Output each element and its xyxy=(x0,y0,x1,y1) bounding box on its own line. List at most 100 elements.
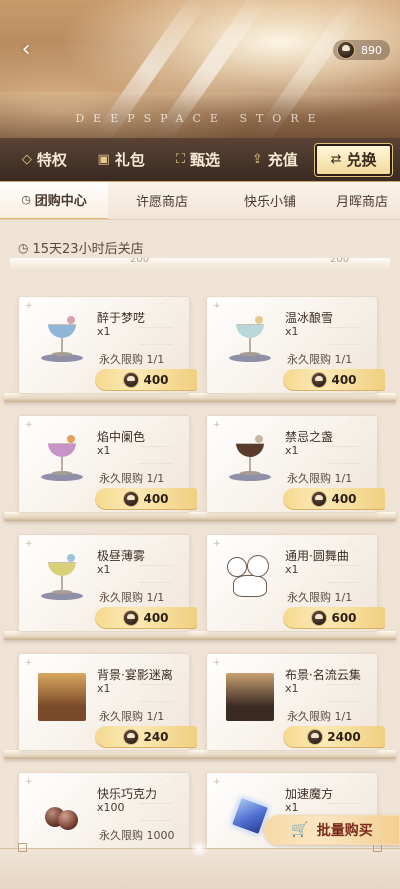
purchase-limit: 永久限购 1/1 xyxy=(99,591,165,604)
coin-icon xyxy=(123,729,140,745)
tab-privilege[interactable]: ◇ 特权 xyxy=(8,144,81,176)
subtab-label: 许愿商店 xyxy=(135,195,188,210)
shelf xyxy=(4,512,396,521)
purchase-limit: 永久限购 1000 xyxy=(99,829,175,842)
partial-price: 200 xyxy=(130,258,150,265)
subtab-label: 快乐小铺 xyxy=(243,195,296,210)
dance-pose-icon xyxy=(223,553,277,603)
currency-amount: 890 xyxy=(361,43,382,57)
price-button[interactable]: 400 xyxy=(283,488,385,510)
item-name: 禁忌之盏 xyxy=(285,430,334,444)
item-name: 快乐巧克力 xyxy=(97,787,158,801)
purchase-limit: 永久限购 1/1 xyxy=(287,472,353,485)
shelf xyxy=(4,393,396,402)
plus-decoration: + xyxy=(25,658,33,668)
subtab-happy-shop[interactable]: 快乐小铺 xyxy=(216,182,324,219)
currency-display[interactable]: 890 xyxy=(333,40,390,60)
bulk-buy-label: 批量购买 xyxy=(316,823,373,839)
card-decoration xyxy=(327,565,361,583)
item-name: 温冰酿雪 xyxy=(285,311,334,325)
item-thumbnail xyxy=(33,668,91,726)
corner-decoration xyxy=(18,843,27,852)
card-decoration xyxy=(327,684,361,702)
item-card[interactable]: + 极昼薄雾 x1 永久限购 1/1 400 xyxy=(18,534,197,632)
tab-selection[interactable]: ⛶ 甄选 xyxy=(162,144,235,176)
chocolate-icon xyxy=(45,801,79,831)
price-button[interactable]: 2400 xyxy=(283,726,385,748)
tab-exchange[interactable]: ⇄ 兑换 xyxy=(315,143,392,176)
item-thumbnail xyxy=(221,668,279,726)
cocktail-icon xyxy=(41,435,83,483)
item-card[interactable]: + 醉于梦呓 x1 永久限购 1/1 400 xyxy=(18,296,197,394)
purchase-limit: 永久限购 1/1 xyxy=(99,710,165,723)
item-quantity: x1 xyxy=(285,444,299,457)
price-button[interactable]: 600 xyxy=(283,607,385,629)
purchase-limit: 永久限购 1/1 xyxy=(287,710,353,723)
item-quantity: x1 xyxy=(285,563,299,576)
coin-icon xyxy=(123,372,140,388)
price-button[interactable]: 400 xyxy=(283,369,385,391)
clock-icon: ◷ xyxy=(18,240,29,255)
price-button[interactable]: 400 xyxy=(95,488,197,510)
subtab-group-buy[interactable]: ◷ 团购中心 xyxy=(0,182,108,219)
plus-decoration: + xyxy=(213,420,221,430)
item-card[interactable]: + 布景·名流云集 x1 永久限购 1/1 2400 xyxy=(206,653,385,751)
plus-decoration: + xyxy=(213,658,221,668)
tab-label: 兑换 xyxy=(346,151,377,169)
item-name: 背景·宴影迷离 xyxy=(97,668,173,682)
card-decoration xyxy=(139,327,173,345)
subtab-label: 团购中心 xyxy=(34,194,87,209)
item-quantity: x100 xyxy=(97,801,125,814)
cocktail-icon xyxy=(229,435,271,483)
purchase-limit: 永久限购 1/1 xyxy=(99,472,165,485)
item-grid: 200 200 + 醉于梦呓 x1 永久限购 1/1 400 + 温冰酿雪 x1 永久限购 1/… xyxy=(0,258,400,848)
tab-label: 礼包 xyxy=(114,151,145,169)
item-card[interactable]: + 温冰酿雪 x1 永久限购 1/1 400 xyxy=(206,296,385,394)
purchase-limit: 永久限购 1/1 xyxy=(287,353,353,366)
item-thumbnail xyxy=(33,549,91,607)
partial-price: 200 xyxy=(330,258,350,265)
cocktail-icon xyxy=(229,316,271,364)
item-card[interactable]: + 通用·圆舞曲 x1 永久限购 1/1 600 xyxy=(206,534,385,632)
subtab-wish-shop[interactable]: 许愿商店 xyxy=(108,182,216,219)
item-card[interactable]: + 背景·宴影迷离 x1 永久限购 1/1 240 xyxy=(18,653,197,751)
price-value: 400 xyxy=(143,373,169,387)
plus-decoration: + xyxy=(213,777,221,787)
item-card[interactable]: + 禁忌之盏 x1 永久限购 1/1 400 xyxy=(206,415,385,513)
tab-recharge[interactable]: ⇪ 充值 xyxy=(238,144,311,176)
price-value: 400 xyxy=(331,373,357,387)
item-quantity: x1 xyxy=(97,682,111,695)
item-name: 醉于梦呓 xyxy=(97,311,146,325)
plus-decoration: + xyxy=(25,539,33,549)
purchase-limit: 永久限购 1/1 xyxy=(99,353,165,366)
subtab-moon-shop[interactable]: 月晖商店 xyxy=(324,182,400,219)
price-value: 240 xyxy=(143,730,169,744)
item-name: 加速魔方 xyxy=(285,787,334,801)
cocktail-icon xyxy=(41,316,83,364)
back-arrow-icon[interactable]: ‹ xyxy=(14,38,38,62)
price-button[interactable]: 400 xyxy=(95,369,197,391)
item-card[interactable]: + 焰中阑色 x1 永久限购 1/1 400 xyxy=(18,415,197,513)
item-name: 布景·名流云集 xyxy=(285,668,361,682)
bulk-buy-button[interactable]: 🛒 批量购买 xyxy=(264,815,400,845)
price-button[interactable]: 400 xyxy=(95,607,197,629)
coin-icon xyxy=(123,491,140,507)
item-card[interactable]: + 快乐巧克力 x100 永久限购 1000 xyxy=(18,772,190,848)
plus-decoration: + xyxy=(213,301,221,311)
tab-gift-pack[interactable]: ▣ 礼包 xyxy=(85,144,158,176)
shelf xyxy=(4,750,396,759)
tab-label: 甄选 xyxy=(190,151,221,169)
coin-icon xyxy=(307,729,324,745)
price-value: 400 xyxy=(143,611,169,625)
coin-icon xyxy=(311,491,328,507)
item-thumbnail xyxy=(221,549,279,607)
close-timer: ◷ 15天23小时后关店 xyxy=(18,238,144,258)
item-quantity: x1 xyxy=(97,563,111,576)
price-value: 400 xyxy=(331,492,357,506)
sub-tab-bar: ◷ 团购中心 许愿商店 快乐小铺 月晖商店 xyxy=(0,182,400,220)
price-button[interactable]: 240 xyxy=(95,726,197,748)
item-thumbnail xyxy=(221,430,279,488)
cart-icon: 🛒 xyxy=(291,822,309,838)
card-decoration xyxy=(139,446,173,464)
card-decoration xyxy=(327,446,361,464)
